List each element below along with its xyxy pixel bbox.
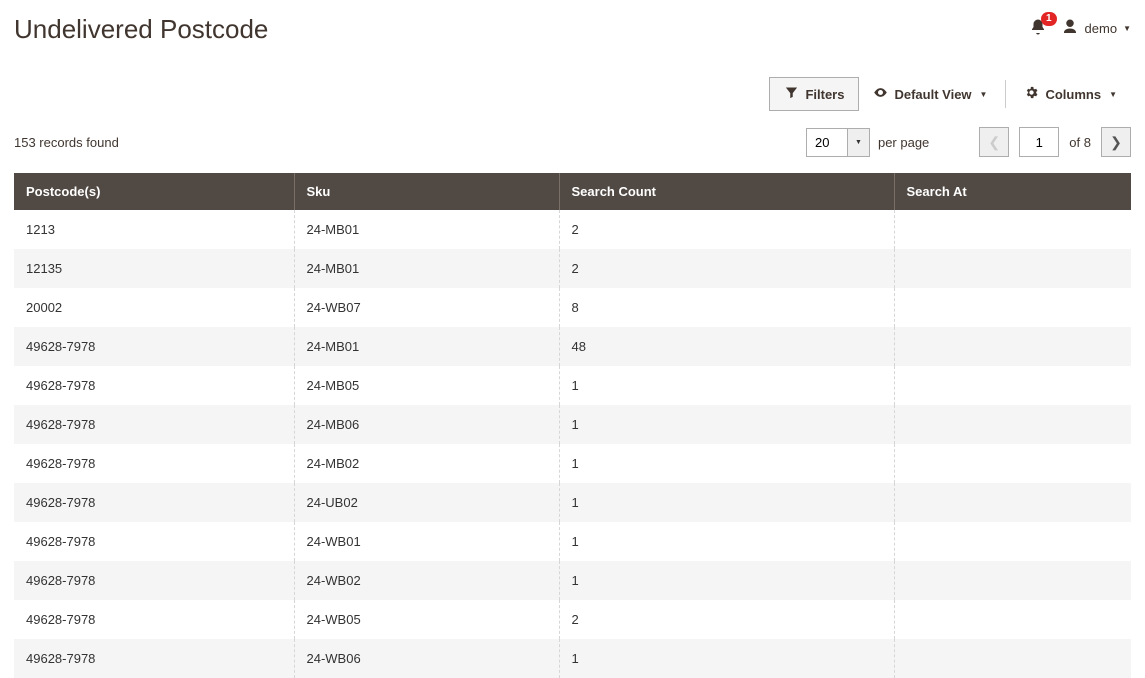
cell-count: 48 — [559, 327, 894, 366]
cell-at — [894, 210, 1131, 249]
notification-badge: 1 — [1041, 12, 1057, 26]
data-table: Postcode(s) Sku Search Count Search At 1… — [14, 173, 1131, 678]
table-row[interactable]: 49628-797824-MB051 — [14, 366, 1131, 405]
table-row[interactable]: 49628-797824-WB021 — [14, 561, 1131, 600]
cell-count: 8 — [559, 288, 894, 327]
cell-at — [894, 522, 1131, 561]
chevron-down-icon[interactable]: ▼ — [847, 129, 869, 156]
bell-icon — [1029, 24, 1047, 39]
default-view-button[interactable]: Default View ▼ — [859, 78, 1001, 110]
cell-count: 1 — [559, 639, 894, 678]
cell-sku: 24-MB01 — [294, 210, 559, 249]
page-title: Undelivered Postcode — [14, 14, 268, 45]
cell-count: 1 — [559, 522, 894, 561]
columns-button[interactable]: Columns ▼ — [1010, 78, 1131, 110]
cell-sku: 24-MB05 — [294, 366, 559, 405]
cell-postcode: 49628-7978 — [14, 522, 294, 561]
cell-postcode: 20002 — [14, 288, 294, 327]
table-row[interactable]: 49628-797824-MB021 — [14, 444, 1131, 483]
cell-postcode: 49628-7978 — [14, 561, 294, 600]
table-row[interactable]: 2000224-WB078 — [14, 288, 1131, 327]
cell-sku: 24-WB01 — [294, 522, 559, 561]
cell-postcode: 49628-7978 — [14, 600, 294, 639]
table-row[interactable]: 49628-797824-WB052 — [14, 600, 1131, 639]
cell-postcode: 12135 — [14, 249, 294, 288]
cell-sku: 24-MB01 — [294, 327, 559, 366]
cell-sku: 24-WB02 — [294, 561, 559, 600]
filters-button[interactable]: Filters — [769, 77, 859, 111]
chevron-left-icon: ❮ — [988, 134, 1000, 151]
col-header-at[interactable]: Search At — [894, 173, 1131, 210]
cell-postcode: 49628-7978 — [14, 366, 294, 405]
cell-count: 1 — [559, 444, 894, 483]
chevron-down-icon: ▼ — [980, 90, 988, 99]
cell-sku: 24-WB07 — [294, 288, 559, 327]
columns-label: Columns — [1045, 87, 1101, 102]
filters-label: Filters — [805, 87, 844, 102]
col-header-count[interactable]: Search Count — [559, 173, 894, 210]
table-row[interactable]: 49628-797824-WB011 — [14, 522, 1131, 561]
notifications-button[interactable]: 1 — [1029, 18, 1047, 39]
cell-count: 1 — [559, 405, 894, 444]
records-found-label: 153 records found — [14, 135, 119, 150]
table-row[interactable]: 49628-797824-MB0148 — [14, 327, 1131, 366]
cell-at — [894, 405, 1131, 444]
cell-at — [894, 327, 1131, 366]
per-page-label: per page — [878, 135, 929, 150]
per-page-input[interactable] — [807, 129, 847, 156]
table-row[interactable]: 49628-797824-MB061 — [14, 405, 1131, 444]
cell-count: 2 — [559, 210, 894, 249]
cell-at — [894, 600, 1131, 639]
cell-at — [894, 444, 1131, 483]
cell-at — [894, 249, 1131, 288]
cell-postcode: 1213 — [14, 210, 294, 249]
table-row[interactable]: 49628-797824-UB021 — [14, 483, 1131, 522]
user-icon — [1061, 18, 1079, 39]
page-input[interactable] — [1019, 127, 1059, 157]
cell-postcode: 49628-7978 — [14, 483, 294, 522]
next-page-button[interactable]: ❯ — [1101, 127, 1131, 157]
cell-sku: 24-MB02 — [294, 444, 559, 483]
per-page-select[interactable]: ▼ — [806, 128, 870, 157]
cell-sku: 24-WB05 — [294, 600, 559, 639]
cell-count: 1 — [559, 483, 894, 522]
cell-postcode: 49628-7978 — [14, 405, 294, 444]
cell-at — [894, 639, 1131, 678]
chevron-down-icon: ▼ — [1123, 24, 1131, 33]
col-header-sku[interactable]: Sku — [294, 173, 559, 210]
separator — [1005, 80, 1006, 108]
cell-sku: 24-UB02 — [294, 483, 559, 522]
cell-count: 1 — [559, 561, 894, 600]
cell-at — [894, 288, 1131, 327]
page-total-label: of 8 — [1069, 135, 1091, 150]
user-menu[interactable]: demo ▼ — [1061, 18, 1131, 39]
col-header-postcode[interactable]: Postcode(s) — [14, 173, 294, 210]
gear-icon — [1024, 85, 1039, 103]
cell-sku: 24-MB01 — [294, 249, 559, 288]
default-view-label: Default View — [894, 87, 971, 102]
cell-count: 2 — [559, 600, 894, 639]
cell-at — [894, 366, 1131, 405]
table-row[interactable]: 49628-797824-WB061 — [14, 639, 1131, 678]
cell-count: 1 — [559, 366, 894, 405]
cell-at — [894, 561, 1131, 600]
cell-postcode: 49628-7978 — [14, 639, 294, 678]
funnel-icon — [784, 85, 799, 103]
user-name-label: demo — [1085, 21, 1118, 36]
table-row[interactable]: 1213524-MB012 — [14, 249, 1131, 288]
chevron-right-icon: ❯ — [1110, 134, 1122, 151]
cell-sku: 24-MB06 — [294, 405, 559, 444]
eye-icon — [873, 85, 888, 103]
cell-sku: 24-WB06 — [294, 639, 559, 678]
cell-postcode: 49628-7978 — [14, 444, 294, 483]
cell-count: 2 — [559, 249, 894, 288]
cell-at — [894, 483, 1131, 522]
cell-postcode: 49628-7978 — [14, 327, 294, 366]
chevron-down-icon: ▼ — [1109, 90, 1117, 99]
prev-page-button[interactable]: ❮ — [979, 127, 1009, 157]
table-row[interactable]: 121324-MB012 — [14, 210, 1131, 249]
